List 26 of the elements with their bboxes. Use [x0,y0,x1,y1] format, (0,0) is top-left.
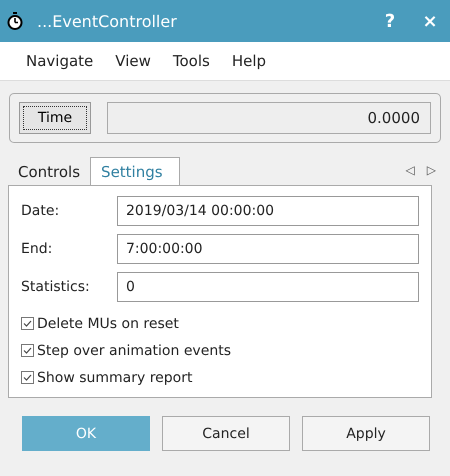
window-title: ...EventController [37,12,178,30]
input-field[interactable]: 2019/03/14 00:00:00 [117,196,419,226]
time-button[interactable]: Time [19,102,91,134]
checkbox-label: Delete MUs on reset [37,316,179,332]
menu-item[interactable]: Help [232,52,266,70]
field-label: Date: [21,203,60,219]
stopwatch-icon [7,12,23,30]
checkbox[interactable] [21,317,34,330]
menu-item[interactable]: View [115,52,151,70]
checkbox-label: Step over animation events [37,342,231,358]
time-display: 0.0000 [107,102,431,134]
checkbox[interactable] [21,371,34,384]
field-label: End: [21,241,54,257]
tab[interactable]: Controls [8,159,90,185]
checkbox[interactable] [21,344,34,357]
tab[interactable]: Settings [90,157,180,185]
menu-item[interactable]: Tools [172,52,210,70]
scroll-left-button[interactable]: ◁ [400,163,421,185]
dialog-button[interactable]: Apply [302,416,430,451]
checkbox-label: Show summary report [37,370,192,386]
input-field[interactable]: 0 [117,272,419,302]
scroll-right-button[interactable]: ▷ [420,163,442,185]
field-label: Statistics: [21,279,91,295]
menu-item[interactable]: Navigate [26,52,94,70]
dialog-button[interactable]: Cancel [162,416,290,451]
input-field[interactable]: 7:00:00:00 [117,234,419,264]
